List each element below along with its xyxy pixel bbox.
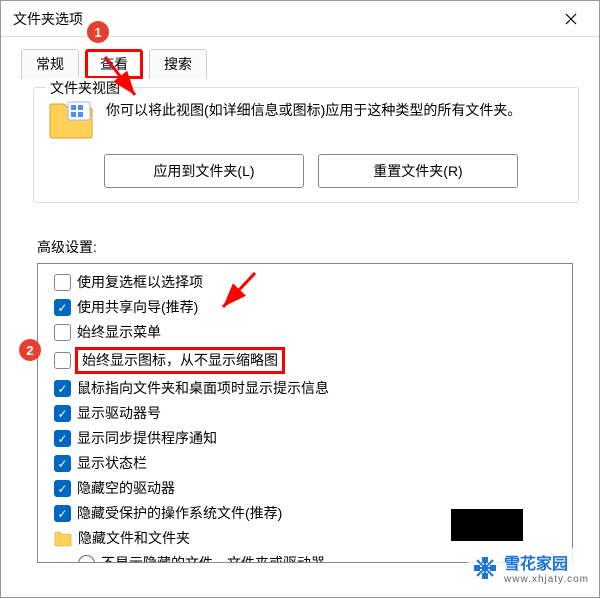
tree-item-hide-empty-drives[interactable]: ✓ 隐藏空的驱动器 [44,476,566,501]
apply-to-folders-button[interactable]: 应用到文件夹(L) [104,154,304,188]
close-button[interactable] [551,1,591,37]
tree-item-label: 隐藏文件和文件夹 [78,528,190,549]
tree-item-always-show-menu[interactable]: 始终显示菜单 [44,320,566,345]
tree-item-label: 隐藏受保护的操作系统文件(推荐) [77,503,282,524]
tree-item-sync-notifications[interactable]: ✓ 显示同步提供程序通知 [44,426,566,451]
folder-icon [48,100,94,140]
tree-item-always-show-icons[interactable]: 始终显示图标，从不显示缩略图 [44,345,566,376]
close-icon [565,13,577,25]
callout-badge-2: 2 [19,339,41,361]
tree-item-show-status-bar[interactable]: ✓ 显示状态栏 [44,451,566,476]
redacted-block [451,509,523,541]
tree-item-label: 隐藏空的驱动器 [77,478,175,499]
watermark-brand: 雪花家园 [504,556,568,573]
checkbox-icon[interactable] [54,324,71,341]
tree-item-label: 鼠标指向文件夹和桌面项时显示提示信息 [77,378,329,399]
folder-icon [54,531,72,547]
tree-item-label: 使用复选框以选择项 [77,272,203,293]
checkbox-icon[interactable] [54,274,71,291]
tab-general[interactable]: 常规 [21,49,79,79]
advanced-settings-label: 高级设置: [37,237,567,257]
tree-item-label: 显示驱动器号 [77,403,161,424]
tab-view[interactable]: 查看 [85,49,143,79]
tree-item-show-drive-letters[interactable]: ✓ 显示驱动器号 [44,401,566,426]
tree-item-label: 显示同步提供程序通知 [77,428,217,449]
tree-item-label: 不显示隐藏的文件、文件夹或驱动器 [101,553,325,563]
folder-view-group: 文件夹视图 你可以将此视图(如详细信息或图标)应用于这种类型的所有文件夹。 应用… [33,87,579,203]
watermark-url: www.xhjaty.com [504,574,589,585]
checkbox-icon[interactable]: ✓ [54,455,71,472]
groupbox-title: 文件夹视图 [46,78,124,98]
tree-item-label: 使用共享向导(推荐) [77,297,198,318]
checkbox-icon[interactable] [54,352,71,369]
checkbox-icon[interactable]: ✓ [54,299,71,316]
checkbox-icon[interactable]: ✓ [54,405,71,422]
snowflake-icon [472,555,498,581]
tree-item-sharing-wizard[interactable]: ✓ 使用共享向导(推荐) [44,295,566,320]
reset-folders-button[interactable]: 重置文件夹(R) [318,154,518,188]
tab-search[interactable]: 搜索 [149,49,207,79]
tree-item-label: 始终显示菜单 [77,322,161,343]
checkbox-icon[interactable]: ✓ [54,480,71,497]
checkbox-icon[interactable]: ✓ [54,505,71,522]
checkbox-icon[interactable]: ✓ [54,430,71,447]
tree-item-use-checkboxes[interactable]: 使用复选框以选择项 [44,270,566,295]
groupbox-desc: 你可以将此视图(如详细信息或图标)应用于这种类型的所有文件夹。 [106,100,564,122]
window-title: 文件夹选项 [13,9,83,29]
watermark: 雪花家园 www.xhjaty.com [468,548,593,587]
tabstrip: 常规 查看 搜索 [1,37,599,79]
callout-badge-1: 1 [87,21,109,43]
highlighted-item-label: 始终显示图标，从不显示缩略图 [75,347,285,374]
checkbox-icon[interactable]: ✓ [54,380,71,397]
tree-item-show-tooltips[interactable]: ✓ 鼠标指向文件夹和桌面项时显示提示信息 [44,376,566,401]
tree-item-label: 显示状态栏 [77,453,147,474]
radio-icon[interactable] [78,555,95,563]
